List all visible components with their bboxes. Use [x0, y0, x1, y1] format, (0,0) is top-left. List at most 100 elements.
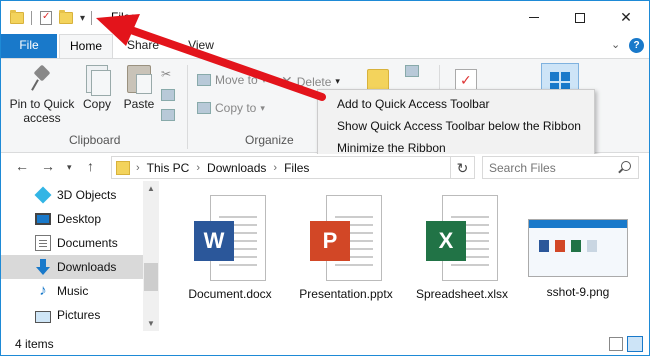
menu-item-add-to-quick-access[interactable]: Add to Quick Access Toolbar: [318, 93, 594, 115]
pin-icon: [30, 65, 54, 93]
breadcrumb-downloads[interactable]: Downloads: [207, 161, 266, 175]
copy-to-label: Copy to: [215, 101, 257, 115]
toolbar-divider: [31, 11, 32, 25]
file-explorer-window: ▾ Files ✕ File Home Share View ⌄ ? Pin t…: [0, 0, 650, 356]
ribbon-tabs: File Home Share View ⌄ ?: [1, 34, 649, 59]
minimize-button[interactable]: [511, 1, 557, 34]
file-item-docx[interactable]: W Document.docx: [175, 195, 285, 301]
tab-home[interactable]: Home: [59, 34, 113, 59]
chevron-right-icon[interactable]: ›: [196, 162, 200, 174]
up-arrow-icon[interactable]: ↑: [87, 158, 94, 174]
qat-context-menu: Add to Quick Access Toolbar Show Quick A…: [317, 89, 595, 161]
close-button[interactable]: ✕: [603, 1, 649, 34]
refresh-button[interactable]: ↻: [451, 156, 475, 179]
move-to-icon: [197, 74, 211, 86]
desktop-icon: [35, 213, 51, 225]
paste-label: Paste: [123, 97, 155, 111]
status-bar: 4 items: [1, 333, 649, 355]
scroll-up-icon[interactable]: ▲: [143, 184, 159, 193]
clipboard-group-label: Clipboard: [69, 133, 121, 147]
paste-icon: [127, 65, 152, 94]
window-title: Files: [111, 10, 137, 24]
powerpoint-document-icon: P: [310, 195, 382, 281]
menu-item-show-toolbar-below-ribbon[interactable]: Show Quick Access Toolbar below the Ribb…: [318, 115, 594, 137]
chevron-right-icon[interactable]: ›: [273, 162, 277, 174]
help-icon[interactable]: ?: [629, 38, 644, 53]
delete-icon: ✕: [281, 73, 293, 89]
quick-access-toolbar: ▾: [9, 8, 98, 28]
properties-icon[interactable]: [38, 10, 54, 26]
tab-file[interactable]: File: [1, 34, 57, 58]
large-icons-view-icon[interactable]: [627, 336, 643, 352]
chevron-right-icon[interactable]: ›: [136, 162, 140, 174]
address-bar[interactable]: › This PC › Downloads › Files ⌄: [111, 156, 550, 179]
file-name: Presentation.pptx: [299, 287, 393, 301]
group-divider: [187, 65, 188, 149]
sidebar-item-desktop[interactable]: Desktop: [1, 207, 143, 231]
breadcrumb-this-pc[interactable]: This PC: [147, 161, 190, 175]
customize-toolbar-dropdown-icon[interactable]: ▾: [80, 13, 85, 24]
file-name: sshot-9.png: [546, 285, 610, 299]
file-item-png[interactable]: sshot-9.png: [523, 195, 633, 299]
documents-icon: [35, 235, 51, 251]
new-folder-icon[interactable]: [58, 10, 74, 26]
file-name: Spreadsheet.xlsx: [415, 287, 509, 301]
copy-to-icon: [197, 102, 211, 114]
copy-icon: [86, 65, 111, 96]
file-name: Document.docx: [188, 287, 272, 301]
navigation-pane: 3D Objects Desktop Documents Downloads ♪…: [1, 181, 159, 331]
pin-to-quick-access-button[interactable]: Pin to Quick access: [7, 65, 77, 125]
folder-icon: [116, 160, 130, 175]
sidebar-item-music[interactable]: ♪ Music: [1, 279, 143, 303]
new-item-button[interactable]: [405, 65, 423, 77]
cut-button[interactable]: ✂: [161, 67, 171, 81]
forward-arrow-icon[interactable]: →: [41, 158, 55, 174]
paste-button[interactable]: Paste: [121, 65, 157, 111]
file-item-pptx[interactable]: P Presentation.pptx: [291, 195, 401, 301]
item-count: 4 items: [15, 337, 54, 351]
back-arrow-icon[interactable]: ←: [15, 158, 29, 174]
search-icon: [621, 161, 631, 171]
sidebar-item-label: Music: [57, 284, 89, 298]
sidebar-item-label: Downloads: [57, 260, 117, 274]
breadcrumb-files[interactable]: Files: [284, 161, 309, 175]
copy-label: Copy: [82, 97, 111, 111]
copy-button[interactable]: Copy: [79, 65, 115, 111]
maximize-button[interactable]: [557, 1, 603, 34]
file-item-xlsx[interactable]: X Spreadsheet.xlsx: [407, 195, 517, 301]
sidebar-item-documents[interactable]: Documents: [1, 231, 143, 255]
folder-icon[interactable]: [9, 10, 25, 26]
details-view-icon[interactable]: [609, 337, 623, 351]
sidebar-item-3d-objects[interactable]: 3D Objects: [1, 183, 143, 207]
word-document-icon: W: [194, 195, 266, 281]
download-arrow-icon: [35, 259, 51, 275]
sidebar-item-pictures[interactable]: Pictures: [1, 303, 143, 327]
music-note-icon: ♪: [39, 282, 47, 299]
tab-view[interactable]: View: [177, 34, 225, 58]
dropdown-icon: ▾: [260, 102, 265, 113]
scroll-down-icon[interactable]: ▼: [143, 319, 159, 328]
cube-icon: [34, 186, 52, 204]
scissors-icon: ✂: [161, 67, 172, 81]
search-input[interactable]: [482, 156, 639, 179]
copy-path-button[interactable]: [161, 89, 179, 101]
sidebar-item-downloads[interactable]: Downloads: [1, 255, 143, 279]
scrollbar-thumb[interactable]: [144, 263, 158, 291]
delete-label: Delete: [296, 74, 332, 89]
maximize-icon: [575, 12, 585, 23]
refresh-icon: ↻: [456, 160, 469, 176]
sidebar-item-label: 3D Objects: [57, 188, 117, 202]
expand-ribbon-icon[interactable]: ⌄: [611, 38, 620, 51]
new-item-icon: [405, 65, 419, 77]
title-bar: ▾ Files ✕: [1, 1, 649, 34]
paste-shortcut-button[interactable]: [161, 109, 179, 121]
navigation-bar: ← → ▾ ↑ › This PC › Downloads › Files ⌄ …: [1, 154, 649, 181]
close-icon: ✕: [620, 9, 632, 25]
move-to-button[interactable]: Move to ▾: [197, 73, 266, 87]
delete-button[interactable]: ✕ Delete ▾: [281, 73, 340, 90]
sidebar-item-label: Documents: [57, 236, 118, 250]
sidebar-scrollbar[interactable]: ▲ ▼: [143, 181, 159, 331]
tab-share[interactable]: Share: [117, 34, 169, 58]
copy-to-button[interactable]: Copy to ▾: [197, 101, 265, 115]
recent-locations-icon[interactable]: ▾: [67, 162, 72, 173]
